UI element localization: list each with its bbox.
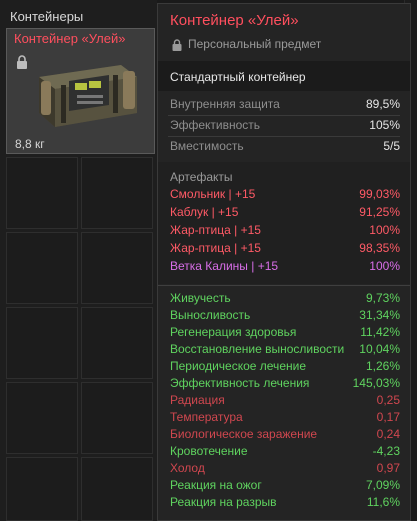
artifact-row: Жар-птица | +15 98,35% (170, 241, 400, 258)
inventory-grid (6, 157, 157, 521)
effect-row-label: Температура (170, 410, 243, 424)
effect-row-value: 0,17 (376, 410, 400, 424)
slot-item-weight: 8,8 кг (15, 137, 45, 151)
inventory-cell[interactable] (6, 307, 78, 379)
item-tooltip: Контейнер «Улей» Персональный предмет Ст… (157, 3, 411, 521)
effect-row-value: 0,25 (376, 393, 400, 407)
inventory-cell[interactable] (6, 457, 78, 521)
effect-row-value: 11,6% (366, 495, 400, 509)
effect-row: Биологическое заражение 0,24 (170, 427, 400, 444)
artifact-row-value: 99,03% (359, 187, 400, 201)
effect-row-label: Живучесть (170, 291, 231, 305)
inventory-cell[interactable] (6, 232, 78, 304)
inventory-title: Контейнеры (10, 9, 84, 24)
artifact-row-label: Ветка Калины | +15 (170, 259, 279, 273)
tooltip-subtitle: Персональный предмет (188, 37, 322, 51)
item-type: Стандартный контейнер (170, 70, 306, 84)
effect-row-label: Реакция на разрыв (170, 495, 277, 509)
stat-label: Эффективность (170, 118, 261, 132)
stat-row-capacity: Вместимость 5/5 (170, 139, 400, 156)
lock-icon (172, 39, 182, 51)
inventory-panel: Контейнеры Контейнер «Улей» 8,8 кг (0, 0, 157, 521)
effect-row: Выносливость 31,34% (170, 308, 400, 325)
slot-item-name: Контейнер «Улей» (14, 31, 126, 46)
effect-row-label: Периодическое лечение (170, 359, 306, 373)
effect-row-label: Реакция на ожог (170, 478, 262, 492)
stat-label: Внутренняя защита (170, 97, 280, 111)
effect-row-label: Холод (170, 461, 205, 475)
artifact-row-value: 100% (369, 223, 400, 237)
container-item-image (39, 65, 137, 127)
inventory-cell[interactable] (6, 157, 78, 229)
tooltip-header: Контейнер «Улей» Персональный предмет (158, 4, 410, 60)
effect-row: Холод 0,97 (170, 461, 400, 478)
inventory-cell[interactable] (81, 232, 153, 304)
tooltip-title: Контейнер «Улей» (170, 12, 299, 29)
inventory-cell[interactable] (81, 382, 153, 454)
effect-row-label: Радиация (170, 393, 225, 407)
effect-row: Реакция на разрыв 11,6% (170, 495, 400, 512)
inventory-cell[interactable] (81, 457, 153, 521)
stat-row-efficiency: Эффективность 105% (170, 118, 400, 135)
effect-row-label: Регенерация здоровья (170, 325, 297, 339)
effect-row: Периодическое лечение 1,26% (170, 359, 400, 376)
inventory-cell[interactable] (81, 157, 153, 229)
effect-row-value: 145,03% (352, 376, 400, 390)
effect-row: Регенерация здоровья 11,42% (170, 325, 400, 342)
artifacts-label: Артефакты (170, 170, 233, 184)
effect-row-label: Биологическое заражение (170, 427, 318, 441)
effect-row-value: -4,23 (372, 444, 400, 458)
artifact-row-value: 100% (369, 259, 400, 273)
stat-value: 105% (369, 118, 400, 132)
effect-row-value: 31,34% (359, 308, 400, 322)
effect-row: Живучесть 9,73% (170, 291, 400, 308)
container-slot[interactable]: Контейнер «Улей» 8,8 кг (6, 28, 155, 154)
effect-row: Реакция на ожог 7,09% (170, 478, 400, 495)
effect-row-value: 11,42% (360, 325, 400, 339)
artifact-row: Жар-птица | +15 100% (170, 223, 400, 240)
effect-row-label: Эффективность лечения (170, 376, 310, 390)
stat-label: Вместимость (170, 139, 244, 153)
effect-row: Радиация 0,25 (170, 393, 400, 410)
artifact-row-label: Жар-птица | +15 (170, 223, 261, 237)
artifact-row: Смольник | +15 99,03% (170, 187, 400, 204)
effect-row: Восстановление выносливости 10,04% (170, 342, 400, 359)
effect-row-value: 0,24 (376, 427, 400, 441)
artifact-row-label: Жар-птица | +15 (170, 241, 261, 255)
tooltip-type-row: Стандартный контейнер (158, 61, 410, 91)
artifact-row-label: Смольник | +15 (170, 187, 256, 201)
artifact-row: Ветка Калины | +15 100% (170, 259, 400, 276)
effect-row: Эффективность лечения 145,03% (170, 376, 400, 393)
effect-row-value: 0,97 (376, 461, 400, 475)
artifact-row-value: 91,25% (359, 205, 400, 219)
stat-value: 89,5% (365, 97, 400, 111)
divider (158, 285, 410, 286)
stat-value: 5/5 (383, 139, 400, 153)
effect-row-label: Кровотечение (170, 444, 248, 458)
artifact-row-label: Каблук | +15 (170, 205, 239, 219)
effect-row-label: Восстановление выносливости (170, 342, 345, 356)
inventory-cell[interactable] (6, 382, 78, 454)
inventory-cell[interactable] (81, 307, 153, 379)
effect-row-value: 7,09% (365, 478, 400, 492)
effect-row: Кровотечение -4,23 (170, 444, 400, 461)
artifact-row-value: 98,35% (359, 241, 400, 255)
effect-row: Температура 0,17 (170, 410, 400, 427)
effect-row-value: 9,73% (365, 291, 400, 305)
effect-row-label: Выносливость (170, 308, 251, 322)
effect-row-value: 10,04% (359, 342, 400, 356)
artifact-row: Каблук | +15 91,25% (170, 205, 400, 222)
effect-row-value: 1,26% (365, 359, 400, 373)
stat-row-protection: Внутренняя защита 89,5% (170, 97, 400, 114)
divider (168, 136, 400, 137)
divider (168, 115, 400, 116)
